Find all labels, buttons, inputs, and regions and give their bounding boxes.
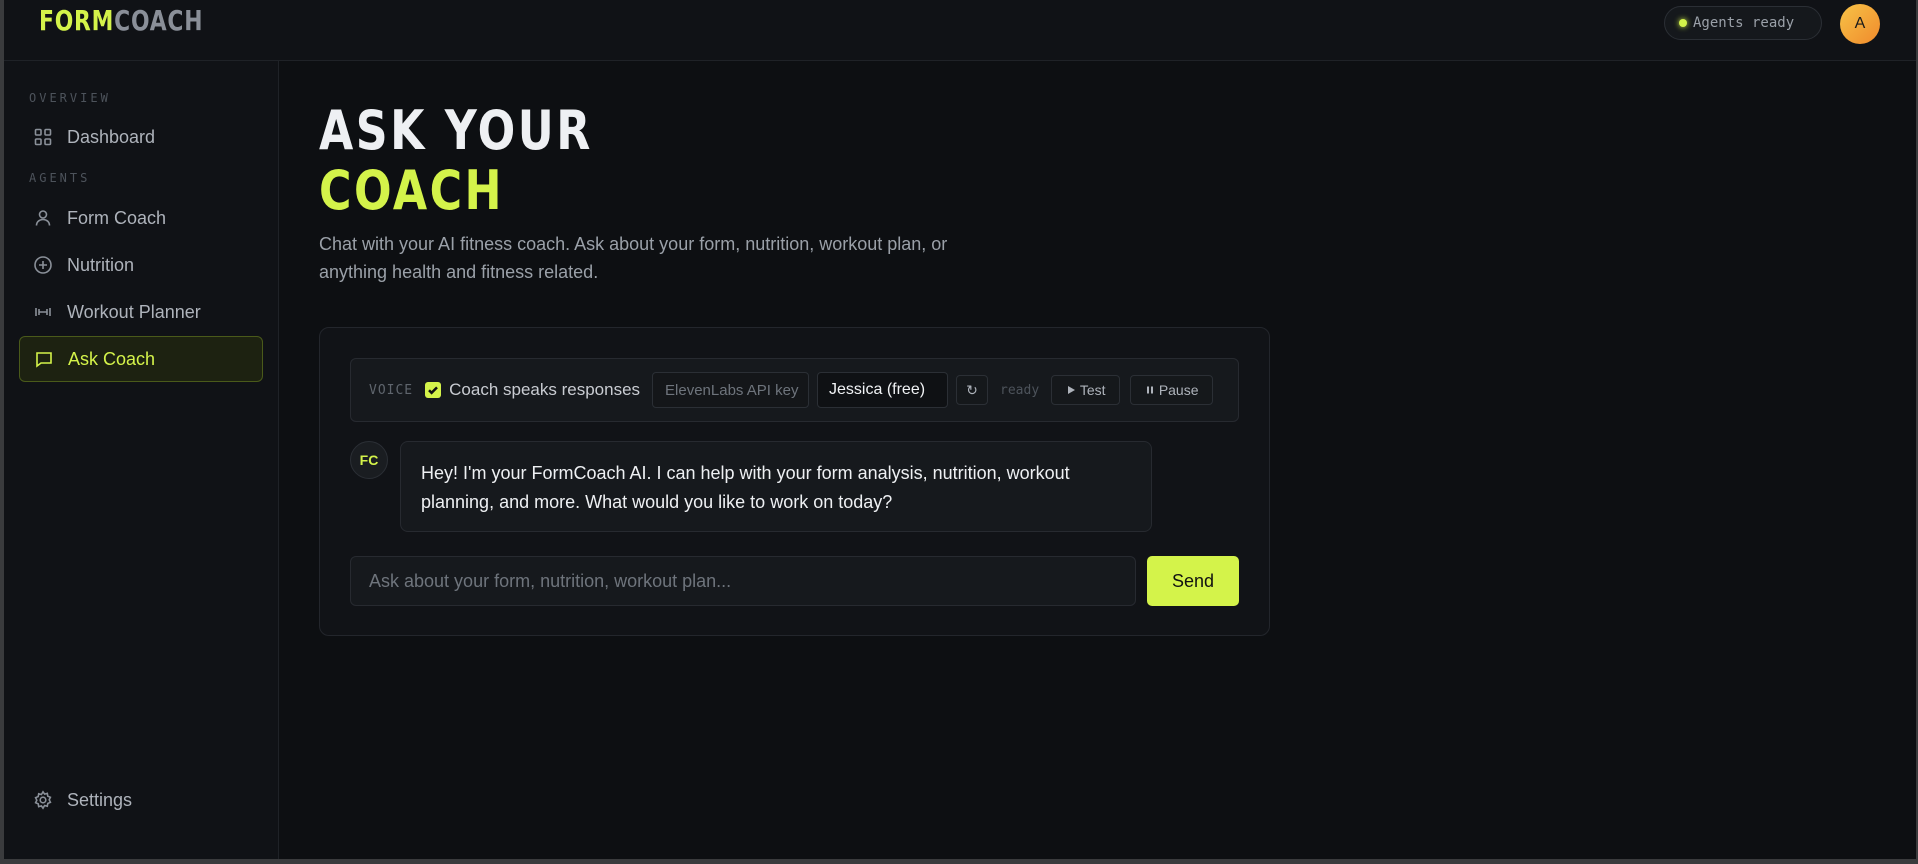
sidebar-item-label: Ask Coach: [68, 348, 156, 369]
sidebar-item-form-coach[interactable]: Form Coach: [19, 195, 263, 241]
voice-select[interactable]: Jessica (free): [817, 372, 949, 408]
pause-voice-button[interactable]: Pause: [1130, 375, 1214, 405]
logo[interactable]: FORM COACH: [39, 4, 203, 37]
section-label-overview: OVERVIEW: [29, 91, 111, 105]
section-label-agents: AGENTS: [29, 171, 91, 185]
play-icon: [1067, 386, 1075, 394]
checkmark-icon: [428, 386, 439, 395]
grid-icon: [33, 127, 53, 147]
send-button[interactable]: Send: [1147, 556, 1239, 606]
refresh-icon: ↻: [966, 381, 978, 398]
gear-icon: [33, 790, 53, 810]
sidebar-item-label: Form Coach: [67, 207, 167, 228]
sidebar-item-ask-coach[interactable]: Ask Coach: [19, 336, 263, 382]
chat-card: VOICE Coach speaks responses ElevenLabs …: [319, 327, 1270, 636]
top-bar: FORM COACH Agents ready A: [4, 0, 1916, 61]
pause-label: Pause: [1158, 382, 1199, 398]
test-label: Test: [1079, 382, 1106, 398]
logo-part-coach: COACH: [114, 4, 204, 37]
user-icon: [33, 208, 53, 228]
test-voice-button[interactable]: Test: [1051, 375, 1121, 405]
sidebar-item-settings[interactable]: Settings: [19, 777, 263, 823]
refresh-button[interactable]: ↻: [956, 375, 989, 405]
coach-avatar: FC: [350, 441, 388, 479]
logo-part-form: FORM: [39, 4, 115, 37]
page-title-line-1: ASK YOUR: [319, 99, 593, 162]
pause-icon: [1146, 386, 1153, 394]
app-window: FORM COACH Agents ready A OVERVIEW Dashbo…: [4, 0, 1916, 859]
chat-icon: [34, 349, 54, 369]
chat-input[interactable]: Ask about your form, nutrition, workout …: [350, 556, 1136, 606]
sidebar: OVERVIEW Dashboard AGENTS Form Coach Nut…: [4, 61, 279, 859]
sidebar-item-label: Nutrition: [67, 254, 135, 275]
page-subtitle: Chat with your AI fitness coach. Ask abo…: [319, 234, 948, 282]
sidebar-item-label: Settings: [67, 789, 133, 810]
sidebar-item-nutrition[interactable]: Nutrition: [19, 242, 263, 288]
speaks-responses-checkbox[interactable]: [425, 382, 442, 398]
speaks-responses-label[interactable]: Coach speaks responses: [449, 380, 640, 400]
voice-label: VOICE: [369, 382, 414, 398]
voice-status-text: ready: [1000, 382, 1040, 398]
dumbbell-icon: [33, 302, 53, 322]
agents-status-badge: Agents ready: [1664, 6, 1822, 40]
elevenlabs-api-key-input[interactable]: ElevenLabs API key: [652, 372, 810, 408]
sidebar-item-dashboard[interactable]: Dashboard: [19, 114, 263, 160]
plus-circle-icon: [33, 255, 53, 275]
coach-message: Hey! I'm your FormCoach AI. I can help w…: [400, 441, 1152, 532]
voice-settings-bar: VOICE Coach speaks responses ElevenLabs …: [350, 358, 1239, 422]
sidebar-item-label: Dashboard: [67, 126, 156, 147]
sidebar-item-label: Workout Planner: [67, 301, 201, 322]
page-title-line-2: COACH: [319, 159, 505, 222]
status-dot-icon: [1679, 19, 1687, 27]
user-avatar[interactable]: A: [1840, 4, 1880, 44]
sidebar-item-workout-planner[interactable]: Workout Planner: [19, 289, 263, 335]
agents-status-text: Agents ready: [1693, 15, 1795, 31]
